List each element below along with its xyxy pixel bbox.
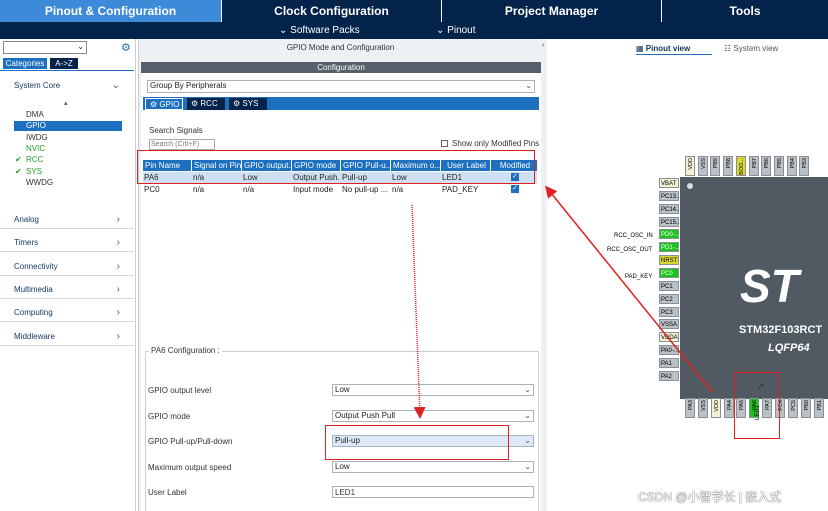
arrow-down	[411, 204, 426, 419]
watermark: CSDN @小智学长 | 嵌入式	[638, 490, 782, 504]
annotation-arrows	[411, 185, 713, 419]
arrow-to-table	[545, 185, 713, 393]
